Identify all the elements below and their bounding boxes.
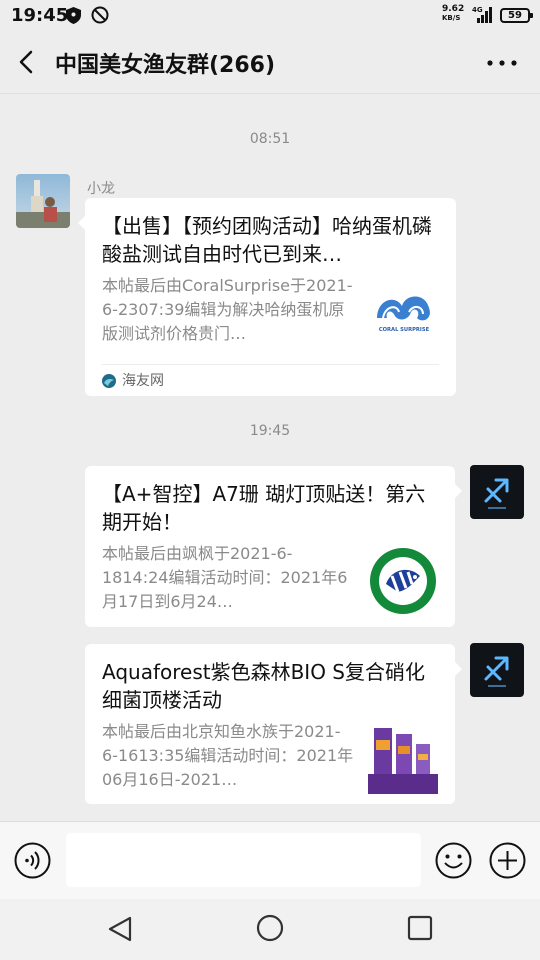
card-thumbnail — [368, 724, 438, 794]
source-site-icon — [102, 374, 116, 388]
avatar[interactable] — [16, 174, 70, 228]
more-functions-plus-icon[interactable] — [489, 842, 526, 879]
sagittarius-avatar-icon — [470, 643, 524, 697]
card-source: 海友网 — [102, 364, 439, 396]
nav-recent-apps-square-icon[interactable] — [407, 915, 433, 941]
avatar[interactable] — [470, 643, 524, 697]
avatar[interactable] — [470, 465, 524, 519]
card-thumbnail — [368, 546, 438, 616]
network-speed-unit: KB/S — [442, 14, 461, 22]
card-title: 【A+智控】A7珊 瑚灯顶贴送！第六期开始！ — [102, 482, 426, 534]
page-title: 中国美女渔友群(266) — [55, 53, 276, 78]
link-card[interactable]: Aquaforest紫色森林BIO S复合硝化细菌顶楼活动 本帖最后由北京知鱼水… — [85, 644, 462, 804]
system-navigation-bar — [0, 899, 540, 960]
thumb-label: CORAL SURPRISE — [379, 327, 430, 333]
emoji-icon[interactable] — [435, 842, 472, 879]
timestamp: 08:51 — [249, 131, 291, 147]
back-arrow-icon[interactable] — [12, 47, 42, 77]
sender-name: 小龙 — [87, 181, 115, 197]
battery-indicator: 59 — [500, 8, 533, 23]
sagittarius-avatar-icon — [470, 465, 524, 519]
message-input-bar — [0, 821, 540, 899]
coral-surprise-logo: CORAL SURPRISE — [369, 278, 439, 348]
card-description: 本帖最后由CoralSurprise于2021-6-2307:39编辑为解决哈纳… — [102, 276, 353, 343]
card-body: 本帖最后由北京知鱼水族于2021-6-1613:35编辑活动时间：2021年06… — [102, 720, 438, 794]
card-title: 【出售】【预约团购活动】哈纳蛋机磷酸盐测试自由时代已到来… — [102, 214, 432, 266]
card-thumbnail: CORAL SURPRISE — [369, 278, 439, 348]
avatar-photo — [16, 174, 70, 228]
nav-back-triangle-icon[interactable] — [106, 915, 134, 943]
card-description: 本帖最后由飒枫于2021-6-1814:24编辑活动时间：2021年6月17日到… — [102, 544, 348, 611]
signal-icon: 4G — [472, 6, 492, 23]
more-options-icon[interactable] — [484, 56, 520, 70]
voice-input-icon[interactable] — [14, 842, 51, 879]
chat-messages[interactable]: 08:51 小龙 【出售】【预约团购活动】哈纳蛋机磷酸盐测试自由时代已到来… 本… — [0, 95, 540, 821]
card-title: Aquaforest紫色森林BIO S复合硝化细菌顶楼活动 — [102, 660, 425, 712]
chat-header: 中国美女渔友群(266) — [0, 32, 540, 94]
timestamp: 19:45 — [249, 423, 291, 439]
product-photo — [368, 724, 438, 794]
network-speed: 9.62 KB/S — [442, 5, 468, 23]
link-card[interactable]: 【A+智控】A7珊 瑚灯顶贴送！第六期开始！ 本帖最后由飒枫于2021-6-18… — [85, 466, 462, 627]
status-time: 19:45 — [11, 5, 69, 26]
do-not-disturb-icon — [91, 6, 109, 24]
shield-icon — [66, 7, 81, 24]
card-body: 本帖最后由飒枫于2021-6-1814:24编辑活动时间：2021年6月17日到… — [102, 542, 438, 616]
status-bar: 19:45 9.62 KB/S 4G 59 — [0, 0, 540, 32]
message-input[interactable] — [66, 833, 421, 887]
card-body: 本帖最后由CoralSurprise于2021-6-2307:39编辑为解决哈纳… — [102, 274, 439, 348]
source-name: 海友网 — [122, 373, 164, 389]
network-type: 4G — [472, 6, 483, 14]
nav-home-circle-icon[interactable] — [256, 914, 284, 942]
network-speed-value: 9.62 — [442, 4, 465, 14]
card-description: 本帖最后由北京知鱼水族于2021-6-1613:35编辑活动时间：2021年06… — [102, 722, 354, 789]
club-badge-logo — [368, 546, 438, 616]
link-card[interactable]: 【出售】【预约团购活动】哈纳蛋机磷酸盐测试自由时代已到来… 本帖最后由Coral… — [78, 198, 456, 396]
